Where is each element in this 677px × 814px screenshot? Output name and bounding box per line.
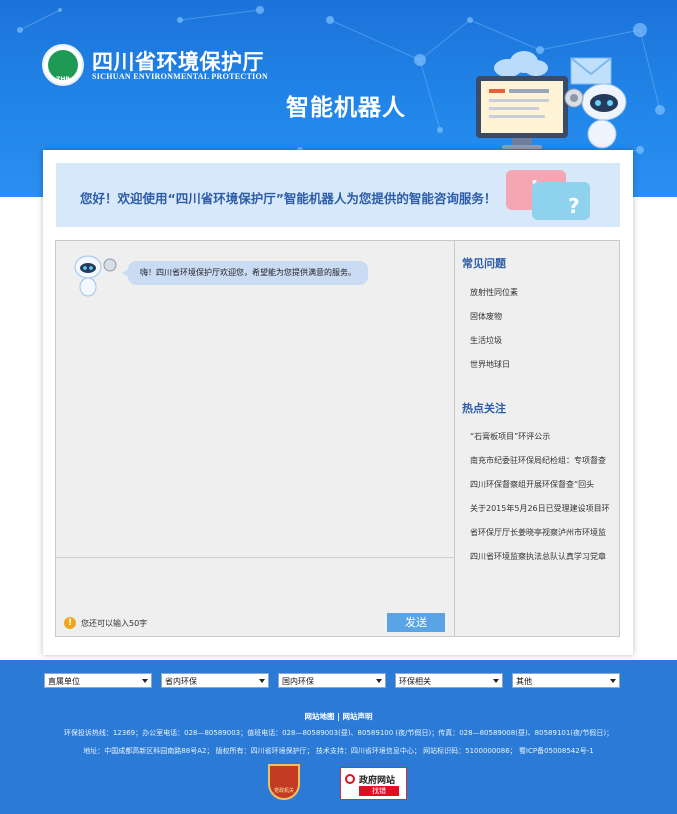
input-limit-text: 您还可以输入50字 xyxy=(81,619,148,628)
footer: 直属单位 省内环保 国内环保 环保相关 其他 网站地图 | 网站声明 环保投诉热… xyxy=(0,660,677,814)
hot-item[interactable]: 关于2015年5月26日已受理建设项目环 xyxy=(470,503,615,514)
select-direct-units[interactable]: 直属单位 xyxy=(44,673,152,688)
contact-info: 环保投诉热线：12369；办公室电话：028—80589003；值班电话：028… xyxy=(63,729,614,737)
warning-icon: ! xyxy=(64,617,76,629)
faq-item[interactable]: 生活垃圾 xyxy=(470,335,615,346)
select-province-env[interactable]: 省内环保 xyxy=(161,673,269,688)
faq-heading: 常见问题 xyxy=(462,257,506,270)
monitor-illustration xyxy=(476,76,568,138)
sitemap-link[interactable]: 网站地图 xyxy=(305,712,335,721)
chevron-down-icon xyxy=(376,679,382,683)
logo-text: ZHB xyxy=(56,76,70,83)
chevron-down-icon xyxy=(259,679,265,683)
chevron-down-icon xyxy=(142,679,148,683)
footer-links: 网站地图 | 网站声明 xyxy=(304,712,373,721)
emblem-logo: ZHB xyxy=(42,44,84,86)
gov-site-error-report-badge[interactable]: 政府网站 找错 xyxy=(340,767,407,800)
org-subtitle: SICHUAN ENVIRONMENTAL PROTECTION xyxy=(92,72,269,81)
welcome-banner: 您好！欢迎使用“四川省环境保护厅”智能机器人为您提供的智能咨询服务！ ! ? xyxy=(56,163,620,227)
hot-item[interactable]: “石膏板项目”环评公示 xyxy=(470,431,615,442)
input-divider xyxy=(56,557,454,558)
select-national-env[interactable]: 国内环保 xyxy=(278,673,386,688)
statement-link[interactable]: 网站声明 xyxy=(343,712,373,721)
faq-item[interactable]: 放射性同位素 xyxy=(470,287,615,298)
hot-heading: 热点关注 xyxy=(462,402,506,415)
chevron-down-icon xyxy=(493,679,499,683)
bot-message: 嗨！四川省环境保护厅欢迎您，希望能为您提供满意的服务。 xyxy=(122,261,368,285)
hot-item[interactable]: 南充市纪委驻环保局纪检组：专项督查 xyxy=(470,455,615,466)
side-panel: 常见问题 放射性同位素 固体废物 生活垃圾 世界地球日 热点关注 “石膏板项目”… xyxy=(455,240,620,637)
question-bubble-icon: ? xyxy=(532,182,590,220)
product-title: 智能机器人 xyxy=(286,95,406,121)
hot-item[interactable]: 省环保厅厅长姜晓亭视察泸州市环境监 xyxy=(470,527,615,538)
send-button[interactable]: 发送 xyxy=(387,613,445,632)
faq-item[interactable]: 固体废物 xyxy=(470,311,615,322)
chat-panel: 嗨！四川省环境保护厅欢迎您，希望能为您提供满意的服务。 ! 您还可以输入50字 … xyxy=(55,240,455,637)
party-gov-badge-icon[interactable]: 党政机关 xyxy=(268,764,300,800)
select-env-related[interactable]: 环保相关 xyxy=(395,673,503,688)
robot-avatar-icon xyxy=(74,255,117,297)
select-other[interactable]: 其他 xyxy=(512,673,620,688)
hot-item[interactable]: 四川省环境监察执法总队认真学习党章 xyxy=(470,551,615,562)
robot-illustration xyxy=(564,83,627,149)
faq-item[interactable]: 世界地球日 xyxy=(470,359,615,370)
address-info: 地址：中国成都高新区科园南路88号A2； 版权所有：四川省环境保护厅； 技术支持… xyxy=(83,747,594,755)
welcome-text: 您好！欢迎使用“四川省环境保护厅”智能机器人为您提供的智能咨询服务！ xyxy=(80,191,497,206)
chevron-down-icon xyxy=(610,679,616,683)
hot-item[interactable]: 四川环保督察组开展环保督查“回头 xyxy=(470,479,615,490)
magnifier-icon xyxy=(345,774,355,784)
cloud-icon xyxy=(494,51,548,77)
